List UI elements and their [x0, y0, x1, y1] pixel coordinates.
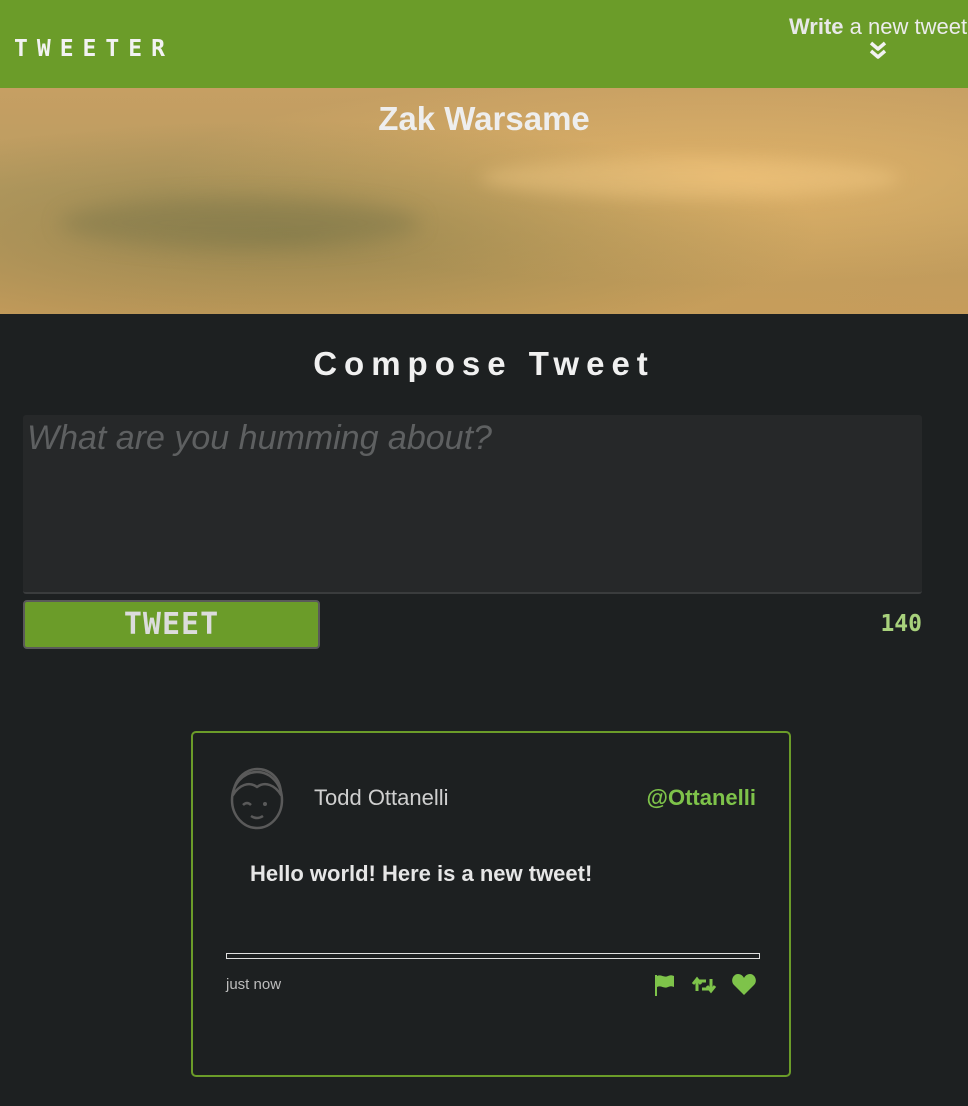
tweet-actions — [651, 973, 757, 997]
brand-logo[interactable]: TWEETER — [14, 36, 174, 62]
tweet-submit-button[interactable]: TWEET — [23, 600, 320, 649]
write-new-tweet-label: Write a new tweet — [788, 14, 968, 39]
tweet-author-handle[interactable]: @Ottanelli — [647, 785, 756, 811]
avatar — [230, 767, 284, 830]
tweet-timestamp: just now — [226, 976, 282, 993]
top-nav: TWEETER Write a new tweet — [0, 0, 968, 88]
character-counter: 140 — [880, 611, 922, 637]
compose-title: Compose Tweet — [313, 345, 655, 382]
retweet-icon[interactable] — [691, 973, 717, 997]
tweet-text: Hello world! Here is a new tweet! — [250, 861, 593, 886]
tweet-text-input[interactable] — [23, 415, 922, 594]
header-cloud — [480, 158, 900, 198]
double-chevron-down-icon — [869, 41, 887, 59]
write-new-tweet-button[interactable]: Write a new tweet — [788, 14, 968, 68]
header-cloud — [60, 198, 420, 248]
tweet-card: Todd Ottanelli @Ottanelli Hello world! H… — [191, 731, 791, 1077]
heart-icon[interactable] — [731, 973, 757, 997]
profile-name: Zak Warsame — [378, 100, 590, 137]
tweet-divider — [226, 953, 760, 959]
flag-icon[interactable] — [651, 973, 677, 997]
tweet-author-name: Todd Ottanelli — [314, 785, 449, 810]
profile-header: Zak Warsame — [0, 88, 968, 314]
